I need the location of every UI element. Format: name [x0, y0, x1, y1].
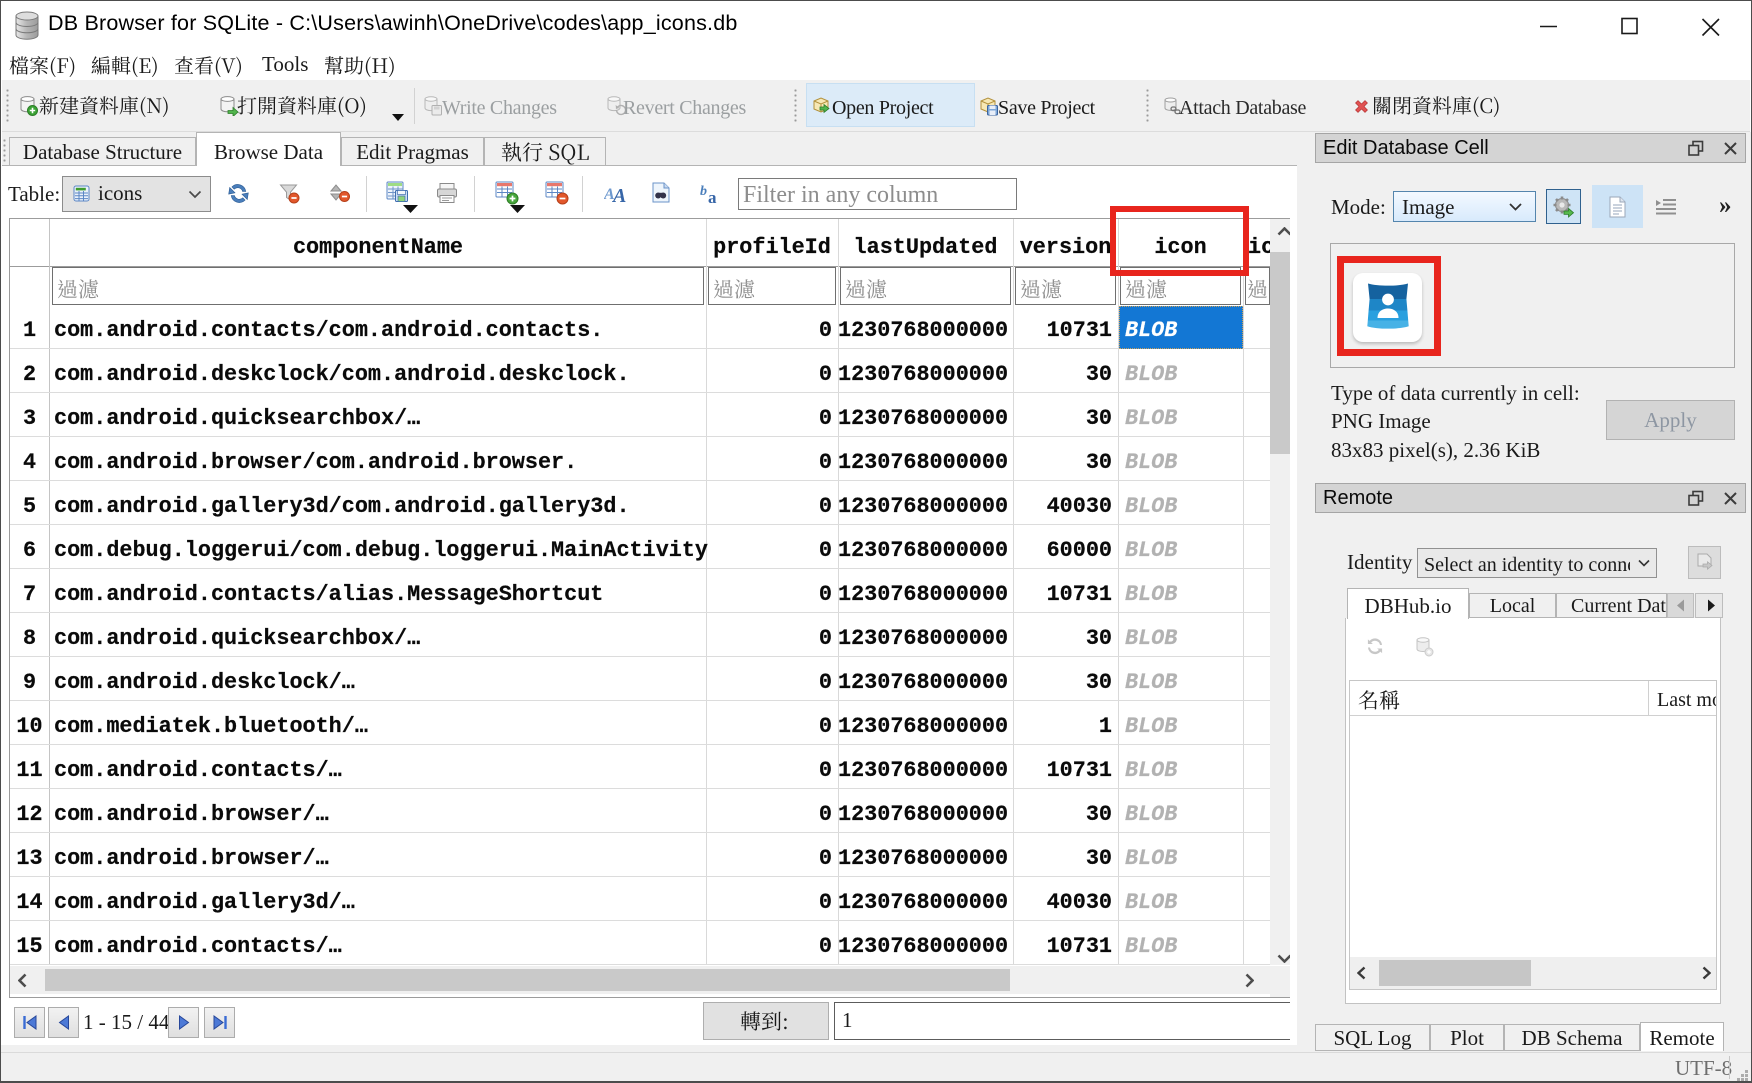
- svg-text:a: a: [708, 188, 717, 205]
- svg-text:A: A: [611, 185, 626, 204]
- svg-text:b: b: [700, 184, 707, 199]
